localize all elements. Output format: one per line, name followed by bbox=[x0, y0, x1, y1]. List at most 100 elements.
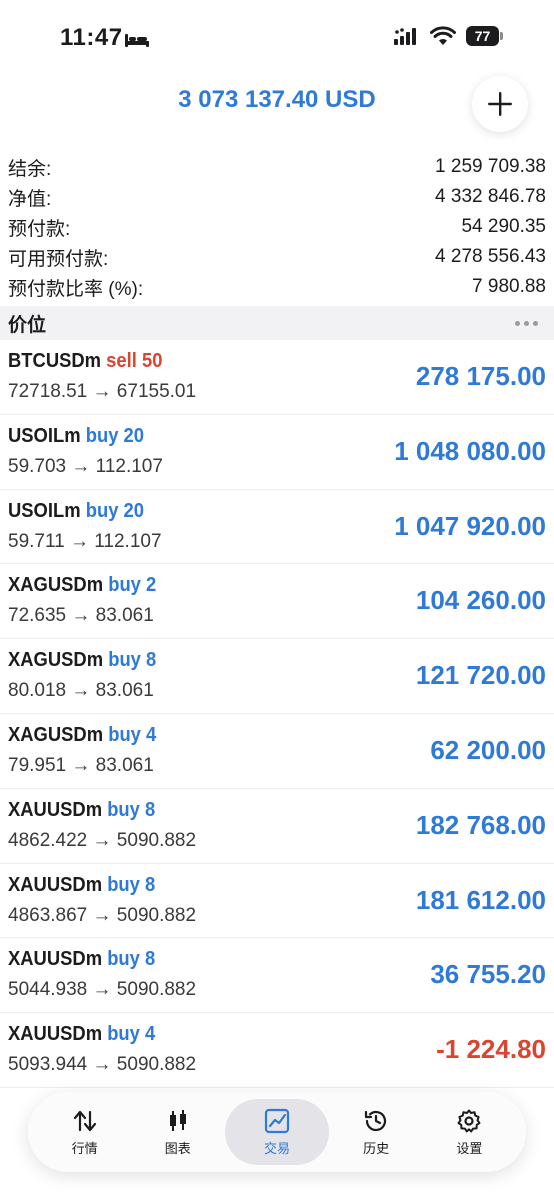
position-row[interactable]: XAGUSDm buy 4 79.951 → 83.061 62 200.00 bbox=[0, 714, 554, 789]
position-side: buy 20 bbox=[85, 424, 145, 447]
position-side: sell 50 bbox=[106, 350, 163, 372]
position-symbol-line: XAUUSDm buy 4 bbox=[8, 1023, 155, 1046]
position-prices: 79.951 → 83.061 bbox=[8, 754, 154, 776]
position-prices: 72718.51 → 67155.01 bbox=[8, 381, 197, 402]
more-options-icon[interactable] bbox=[515, 320, 546, 326]
position-profit: 1 048 080.00 bbox=[394, 435, 546, 466]
position-symbol-line: USOILm buy 20 bbox=[8, 425, 144, 448]
summary-value: 4 278 556.43 bbox=[435, 246, 546, 267]
position-symbol-line: XAGUSDm buy 2 bbox=[8, 574, 156, 597]
section-title: 价位 bbox=[8, 314, 47, 336]
summary-value: 4 332 846.78 bbox=[435, 186, 546, 207]
position-symbol: USOILm bbox=[8, 424, 81, 447]
position-profit: 121 720.00 bbox=[415, 660, 546, 691]
position-symbol-line: XAUUSDm buy 8 bbox=[8, 799, 155, 822]
more-dot bbox=[533, 320, 538, 326]
position-profit: 278 175.00 bbox=[415, 361, 546, 391]
position-symbol: XAUUSDm bbox=[8, 798, 103, 821]
tab-charts[interactable]: 图表 bbox=[132, 1099, 224, 1165]
position-symbol: XAUUSDm bbox=[8, 948, 103, 971]
summary-label: 预付款: bbox=[8, 218, 71, 240]
status-bar: 11:47 77 bbox=[0, 0, 554, 72]
bottom-tab-bar: 行情 图表 交易 历史 设置 bbox=[28, 1092, 526, 1172]
position-symbol-line: XAUUSDm buy 8 bbox=[8, 874, 155, 897]
position-symbol: XAUUSDm bbox=[8, 873, 103, 896]
position-symbol-line: BTCUSDm sell 50 bbox=[8, 350, 162, 373]
position-row[interactable]: XAGUSDm buy 2 72.635 → 83.061 104 260.00 bbox=[0, 564, 554, 640]
position-symbol: XAUUSDm bbox=[8, 1023, 103, 1046]
position-profit: 1 047 920.00 bbox=[394, 510, 546, 541]
position-side: buy 20 bbox=[85, 499, 145, 522]
cellular-signal-icon bbox=[394, 28, 416, 45]
position-row[interactable]: XAUUSDm buy 8 4862.422 → 5090.882 182 76… bbox=[0, 789, 554, 864]
tab-label: 交易 bbox=[263, 1140, 290, 1156]
tab-history[interactable]: 历史 bbox=[330, 1099, 422, 1165]
trade-chart-icon bbox=[264, 1108, 290, 1133]
position-row[interactable]: XAUUSDm buy 8 5044.938 → 5090.882 36 755… bbox=[0, 938, 554, 1014]
summary-row-free-margin: 可用预付款: 4 278 556.43 bbox=[0, 242, 554, 272]
position-prices: 5093.944 → 5090.882 bbox=[8, 1054, 197, 1076]
tab-quotes[interactable]: 行情 bbox=[39, 1099, 131, 1165]
tab-settings[interactable]: 设置 bbox=[423, 1099, 515, 1165]
tab-label: 行情 bbox=[71, 1140, 98, 1156]
position-prices: 72.635 → 83.061 bbox=[8, 605, 154, 627]
summary-row-equity: 净值: 4 332 846.78 bbox=[0, 182, 554, 212]
position-prices: 4862.422 → 5090.882 bbox=[8, 829, 197, 851]
position-symbol: USOILm bbox=[8, 499, 81, 522]
summary-label: 净值: bbox=[8, 188, 52, 210]
position-side: buy 8 bbox=[107, 873, 156, 896]
position-profit: 62 200.00 bbox=[430, 734, 546, 765]
position-row[interactable]: XAGUSDm buy 8 80.018 → 83.061 121 720.00 bbox=[0, 639, 554, 714]
tab-label: 设置 bbox=[456, 1140, 483, 1156]
position-symbol-line: USOILm buy 20 bbox=[8, 500, 144, 523]
position-profit: 181 612.00 bbox=[415, 884, 546, 915]
position-row[interactable]: USOILm buy 20 59.711 → 112.107 1 047 920… bbox=[0, 490, 554, 565]
position-prices: 4863.867 → 5090.882 bbox=[8, 904, 197, 926]
summary-label: 预付款比率 (%): bbox=[8, 278, 144, 300]
position-prices: 59.711 → 112.107 bbox=[8, 530, 162, 552]
history-clock-icon bbox=[365, 1110, 387, 1131]
position-symbol: XAGUSDm bbox=[8, 649, 104, 672]
position-profit: 182 768.00 bbox=[415, 809, 546, 840]
wifi-icon bbox=[430, 26, 456, 45]
plus-icon bbox=[488, 92, 512, 116]
position-symbol: BTCUSDm bbox=[8, 350, 102, 372]
position-side: buy 4 bbox=[108, 723, 157, 746]
battery-indicator: 77 bbox=[466, 26, 504, 46]
account-summary: 结余: 1 259 709.38 净值: 4 332 846.78 预付款: 5… bbox=[0, 152, 554, 302]
summary-row-margin-level: 预付款比率 (%): 7 980.88 bbox=[0, 272, 554, 302]
position-prices: 5044.938 → 5090.882 bbox=[8, 979, 197, 1001]
summary-value: 54 290.35 bbox=[461, 216, 546, 237]
position-side: buy 2 bbox=[108, 574, 157, 597]
position-row[interactable]: XAUUSDm buy 4 5093.944 → 5090.882 -1 224… bbox=[0, 1013, 554, 1088]
position-profit: -1 224.80 bbox=[436, 1034, 546, 1065]
position-row[interactable]: BTCUSDm sell 50 72718.51 → 67155.01 278 … bbox=[0, 340, 554, 415]
positions-section-header: 价位 bbox=[0, 306, 554, 340]
summary-value: 7 980.88 bbox=[472, 276, 546, 297]
settings-gear-icon bbox=[457, 1109, 481, 1132]
summary-label: 可用预付款: bbox=[8, 248, 109, 270]
summary-value: 1 259 709.38 bbox=[435, 156, 546, 177]
position-row[interactable]: USOILm buy 20 59.703 → 112.107 1 048 080… bbox=[0, 415, 554, 490]
tab-trade[interactable]: 交易 bbox=[224, 1099, 329, 1165]
add-order-button[interactable] bbox=[472, 76, 528, 132]
position-symbol-line: XAUUSDm buy 8 bbox=[8, 948, 155, 971]
position-profit: 104 260.00 bbox=[415, 585, 546, 616]
position-side: buy 8 bbox=[107, 798, 156, 821]
tab-label: 历史 bbox=[363, 1140, 390, 1156]
account-total-profit: 3 073 137.40 USD bbox=[178, 86, 376, 113]
position-symbol: XAGUSDm bbox=[8, 574, 104, 597]
more-dot bbox=[515, 320, 520, 326]
position-prices: 80.018 → 83.061 bbox=[8, 680, 154, 702]
position-symbol: XAGUSDm bbox=[8, 723, 104, 746]
position-symbol-line: XAGUSDm buy 8 bbox=[8, 649, 156, 672]
tab-label: 图表 bbox=[164, 1140, 191, 1156]
battery-tip bbox=[500, 32, 503, 40]
quotes-arrows-icon bbox=[73, 1110, 96, 1131]
battery-level: 77 bbox=[466, 26, 499, 46]
summary-row-margin: 预付款: 54 290.35 bbox=[0, 212, 554, 242]
summary-label: 结余: bbox=[8, 158, 52, 180]
position-row[interactable]: XAUUSDm buy 8 4863.867 → 5090.882 181 61… bbox=[0, 864, 554, 939]
positions-list: BTCUSDm sell 50 72718.51 → 67155.01 278 … bbox=[0, 340, 554, 1088]
status-time: 11:47 bbox=[60, 24, 123, 51]
